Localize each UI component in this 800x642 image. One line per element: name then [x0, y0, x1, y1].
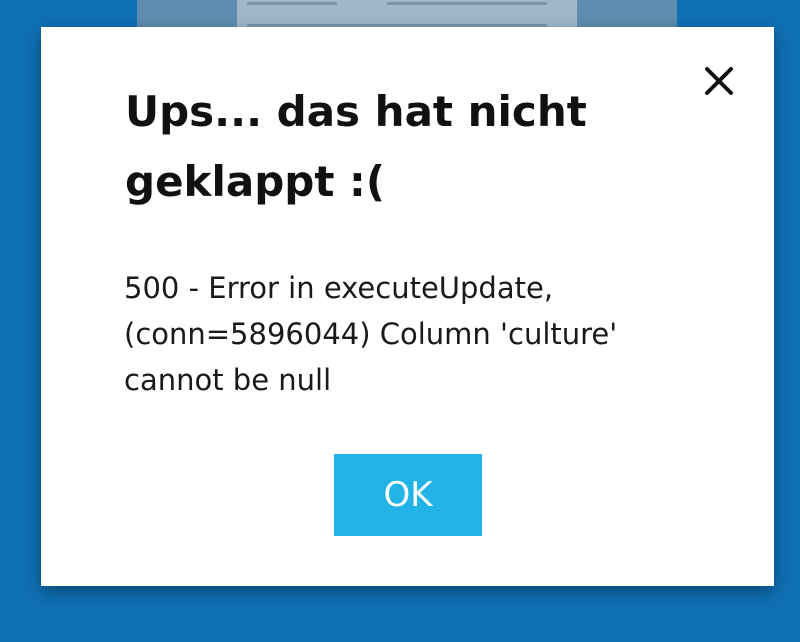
background-text-line — [387, 2, 547, 5]
close-button[interactable] — [701, 63, 737, 99]
error-dialog: Ups... das hat nicht geklappt :( 500 - E… — [41, 27, 774, 586]
background-page-content — [237, 0, 577, 30]
background-page-card — [137, 0, 677, 30]
close-icon — [705, 67, 733, 95]
error-message: 500 - Error in executeUpdate, (conn=5896… — [124, 271, 618, 397]
dialog-title: Ups... das hat nicht geklappt :( — [125, 87, 587, 206]
background-text-line — [247, 2, 337, 5]
ok-button[interactable]: OK — [334, 454, 482, 536]
